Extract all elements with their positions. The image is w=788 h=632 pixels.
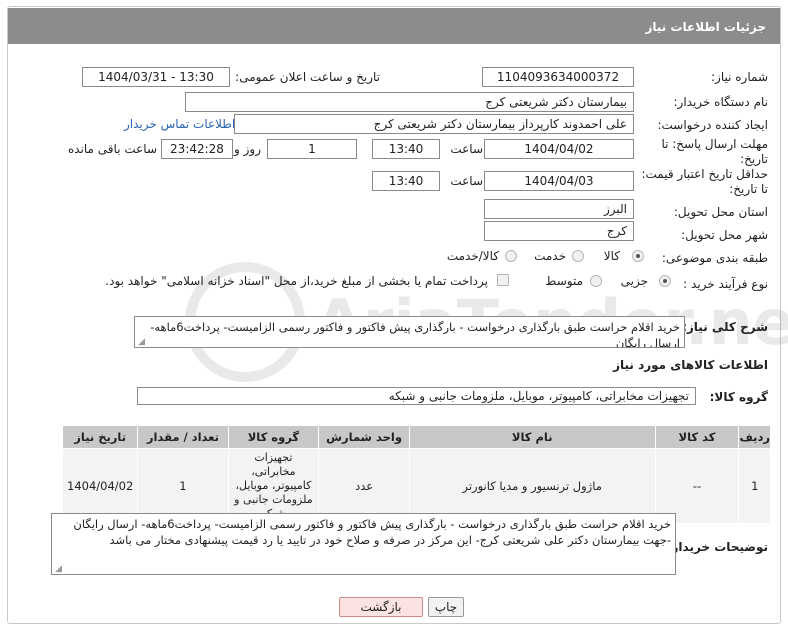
send-deadline-time-field[interactable]: 13:40 bbox=[372, 139, 440, 159]
buyer-notes-textarea[interactable]: خرید اقلام حراست طبق بارگذاری درخواست - … bbox=[51, 513, 676, 575]
need-number-label: شماره نیاز: bbox=[711, 70, 768, 84]
creator-field[interactable]: علی احمدوند کارپرداز بیمارستان دکتر شریع… bbox=[234, 114, 634, 134]
back-button[interactable]: بازگشت bbox=[339, 597, 423, 617]
table-header-row: ردیف کد کالا نام کالا واحد شمارش گروه کا… bbox=[61, 425, 771, 449]
col-name-header: نام کالا bbox=[408, 425, 656, 449]
process-radio-minor[interactable] bbox=[659, 275, 671, 287]
time-remaining-field[interactable]: 23:42:28 bbox=[161, 139, 233, 159]
process-radio-medium[interactable] bbox=[590, 275, 602, 287]
category-option-service: خدمت bbox=[534, 249, 566, 263]
description-textarea[interactable]: خرید اقلام حراست طبق بارگذاری درخواست - … bbox=[134, 316, 685, 348]
goods-info-title: اطلاعات کالاهای مورد نیاز bbox=[613, 358, 768, 372]
description-text: خرید اقلام حراست طبق بارگذاری درخواست - … bbox=[150, 320, 680, 348]
col-date-header: تاریخ نیاز bbox=[61, 425, 139, 449]
city-label: شهر محل تحویل: bbox=[681, 228, 768, 242]
price-validity-time-field[interactable]: 13:40 bbox=[372, 171, 440, 191]
category-radio-goods[interactable] bbox=[632, 250, 644, 262]
announce-datetime-label: تاریخ و ساعت اعلان عمومی: bbox=[235, 70, 380, 84]
send-deadline-label-1: مهلت ارسال پاسخ: تا bbox=[661, 137, 768, 151]
price-validity-label-2: تا تاریخ: bbox=[729, 182, 768, 196]
category-option-goods-service: کالا/خدمت bbox=[446, 249, 499, 263]
goods-group-field[interactable]: تجهیزات مخابراتی، کامپیوتر، موبایل، ملزو… bbox=[137, 387, 696, 405]
buyer-notes-label: توضیحات خریدار: bbox=[666, 540, 768, 554]
description-label: شرح کلی نیاز: bbox=[682, 320, 768, 334]
price-validity-time-label: ساعت bbox=[450, 174, 483, 188]
resize-handle-icon[interactable]: ◢ bbox=[137, 338, 145, 347]
buyer-contact-link[interactable]: اطلاعات تماس خریدار bbox=[124, 117, 235, 131]
days-label: روز و bbox=[234, 142, 261, 156]
page-title: جزئیات اطلاعات نیاز bbox=[645, 20, 766, 34]
announce-datetime-field[interactable]: 1404/03/31 - 13:30 bbox=[82, 67, 230, 87]
cell-row: 1 bbox=[738, 448, 771, 524]
print-button[interactable]: چاپ bbox=[428, 597, 464, 617]
process-option-medium: متوسط bbox=[545, 274, 583, 288]
resize-handle-icon[interactable]: ◢ bbox=[54, 565, 62, 574]
price-validity-date-field[interactable]: 1404/04/03 bbox=[484, 171, 634, 191]
province-field[interactable]: البرز bbox=[484, 199, 634, 219]
category-radio-service[interactable] bbox=[572, 250, 584, 262]
time-remaining-label: ساعت باقی مانده bbox=[67, 142, 157, 156]
buyer-org-label: نام دستگاه خریدار: bbox=[673, 95, 769, 109]
col-qty-header: تعداد / مقدار bbox=[137, 425, 229, 449]
col-code-header: کد کالا bbox=[654, 425, 740, 449]
panel-header: جزئیات اطلاعات نیاز bbox=[8, 8, 780, 44]
items-table: ردیف کد کالا نام کالا واحد شمارش گروه کا… bbox=[61, 425, 771, 524]
buyer-org-field[interactable]: بیمارستان دکتر شریعتی کرج bbox=[185, 92, 634, 112]
category-option-goods: کالا bbox=[603, 249, 620, 263]
category-label: طبقه بندی موضوعی: bbox=[661, 251, 768, 265]
category-radio-goods-service[interactable] bbox=[505, 250, 517, 262]
purchase-process-label: نوع فرآیند خرید : bbox=[683, 277, 768, 291]
city-field[interactable]: کرج bbox=[484, 221, 634, 241]
send-deadline-date-field[interactable]: 1404/04/02 bbox=[484, 139, 634, 159]
col-group-header: گروه کالا bbox=[227, 425, 320, 449]
creator-label: ایجاد کننده درخواست: bbox=[657, 118, 768, 132]
treasury-payment-note: پرداخت تمام یا بخشی از مبلغ خرید،از محل … bbox=[105, 274, 488, 288]
price-validity-label-1: حداقل تاریخ اعتبار قیمت: bbox=[641, 167, 768, 181]
send-deadline-time-label: ساعت bbox=[450, 142, 483, 156]
treasury-payment-checkbox[interactable] bbox=[497, 274, 509, 286]
goods-group-label: گروه کالا: bbox=[709, 390, 768, 404]
col-unit-header: واحد شمارش bbox=[318, 425, 410, 449]
process-option-minor: جزیی bbox=[620, 274, 648, 288]
need-number-field[interactable]: 1104093634000372 bbox=[482, 67, 634, 87]
col-row-header: ردیف bbox=[738, 425, 771, 449]
buyer-notes-text: خرید اقلام حراست طبق بارگذاری درخواست - … bbox=[73, 517, 671, 547]
days-remaining-field[interactable]: 1 bbox=[267, 139, 357, 159]
send-deadline-label-2: تاریخ: bbox=[740, 152, 768, 166]
province-label: استان محل تحویل: bbox=[673, 205, 768, 219]
